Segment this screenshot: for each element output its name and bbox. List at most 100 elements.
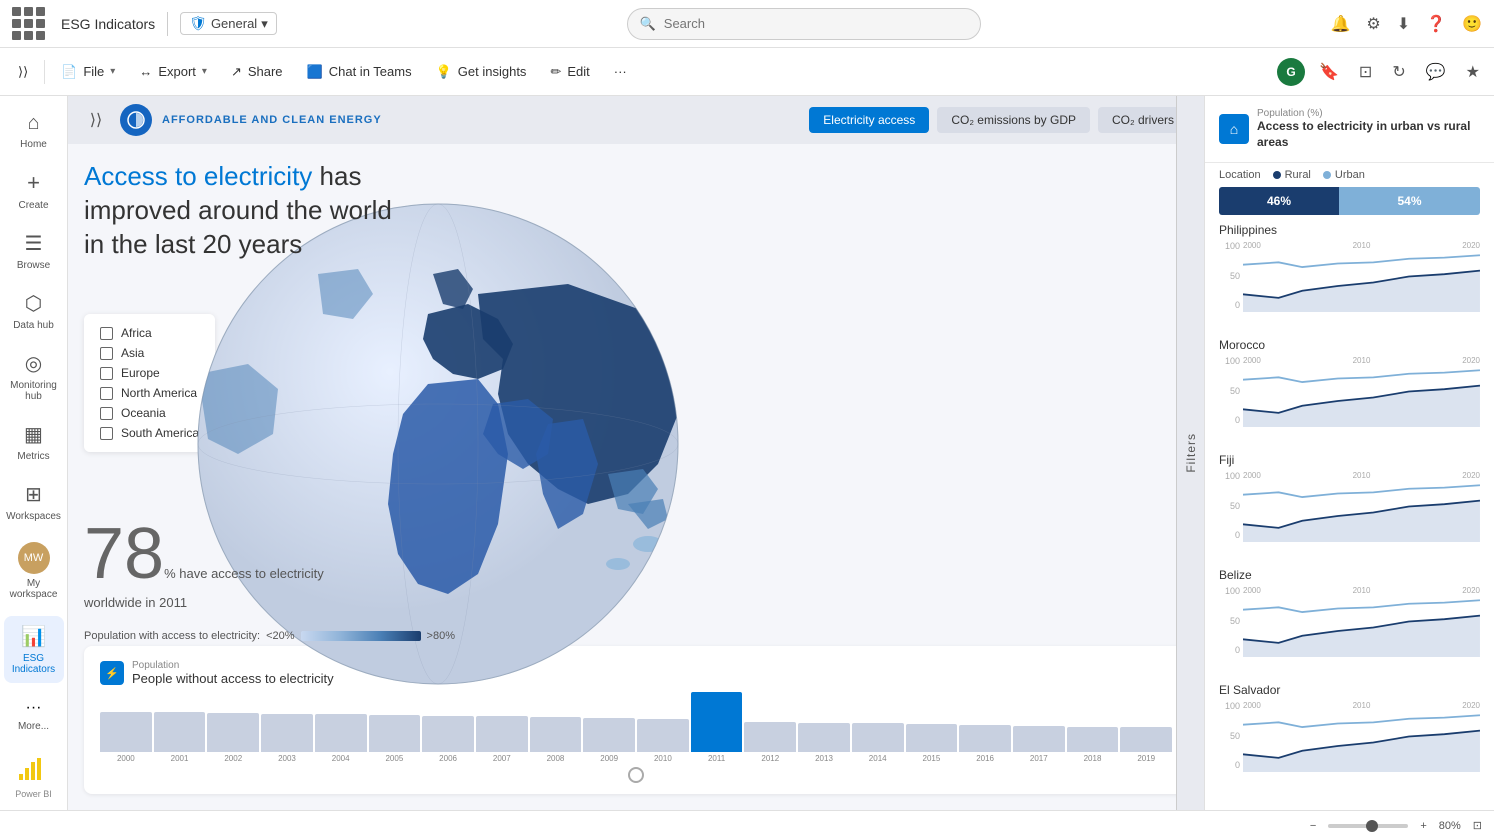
bar-item-2019[interactable] [1120,727,1172,752]
report-body: Access to electricity has improved aroun… [68,144,1204,810]
south-america-checkbox[interactable] [100,427,113,440]
search-box[interactable]: 🔍 [627,8,981,40]
urban-rural-bar: 46% 54% [1219,187,1480,215]
legend-asia[interactable]: Asia [100,346,199,360]
bar-item-2001[interactable] [154,712,206,752]
urban-percentage-bar: 54% [1339,187,1480,215]
filters-tab[interactable]: Filters [1176,96,1204,810]
bar-label-2005: 2005 [369,754,421,763]
legend-north-america[interactable]: North America [100,386,199,400]
plus-icon[interactable]: + [1420,820,1426,832]
bar-item-2006[interactable] [422,716,474,752]
settings-icon[interactable]: ⚙ [1366,14,1380,34]
report-category-title: AFFORDABLE AND CLEAN ENERGY [162,114,382,126]
sidebar-item-esg[interactable]: 📊 ESG Indicators [4,616,64,683]
tab-co2-drivers[interactable]: CO₂ drivers [1098,107,1188,133]
topbar-divider [167,12,168,36]
tab-co2-gdp[interactable]: CO₂ emissions by GDP [937,107,1090,133]
fit-screen-icon[interactable]: ⊡ [1473,819,1482,832]
bar-item-2000[interactable] [100,712,152,752]
sidebar-item-my-workspace[interactable]: MW My workspace [4,534,64,608]
europe-checkbox[interactable] [100,367,113,380]
sidebar-item-metrics[interactable]: ▦ Metrics [4,414,64,470]
sidebar-item-monitoring[interactable]: ◎ Monitoring hub [4,343,64,410]
view-toggle-button[interactable]: ⊡ [1353,56,1378,88]
smiley-icon[interactable]: 🙂 [1462,14,1482,34]
collapse-nav-button[interactable]: ⟩⟩ [8,58,38,86]
bar-item-2003[interactable] [261,714,313,752]
sidebar-item-more[interactable]: ··· More... [4,691,64,740]
location-label: Location [1219,169,1261,181]
country-chart-el-salvador: El Salvador100500200020102020 [1219,683,1480,786]
refresh-button[interactable]: ↻ [1386,56,1411,88]
bookmark-button[interactable]: 🔖 [1313,56,1345,88]
tab-electricity-access[interactable]: Electricity access [809,107,929,133]
urban-legend-label: Urban [1335,169,1365,181]
teams-icon: 🟦 [307,64,323,80]
bar-item-2016[interactable] [959,725,1011,752]
download-icon[interactable]: ⬇ [1397,14,1410,34]
sidebar-item-data-hub[interactable]: ⬡ Data hub [4,283,64,339]
bar-item-2009[interactable] [583,718,635,752]
bar-label-2018: 2018 [1067,754,1119,763]
legend-south-america[interactable]: South America [100,426,199,440]
bar-item-2004[interactable] [315,714,367,752]
bar-item-2008[interactable] [530,717,582,752]
export-button[interactable]: ↔ Export ▾ [129,58,217,85]
expand-nav-button[interactable]: ⟩⟩ [84,108,108,132]
bar-item-2017[interactable] [1013,726,1065,752]
user-avatar[interactable]: G [1277,58,1305,86]
north-america-checkbox[interactable] [100,387,113,400]
sidebar-item-workspaces[interactable]: ⊞ Workspaces [4,474,64,530]
rural-percentage-bar: 46% [1219,187,1339,215]
bookmark2-button[interactable]: ★ [1460,56,1486,88]
timeline-slider[interactable] [628,767,644,783]
africa-checkbox[interactable] [100,327,113,340]
share-button[interactable]: ↗ Share [221,58,293,86]
org-selector[interactable]: 🛡 General ▾ [180,12,277,35]
sidebar-item-browse[interactable]: ☰ Browse [4,223,64,279]
bar-item-2005[interactable] [369,715,421,752]
bar-item-2002[interactable] [207,713,259,752]
bar-item-2014[interactable] [852,723,904,752]
edit-button[interactable]: ✏ Edit [540,58,599,86]
bar-item-2010[interactable] [637,719,689,752]
legend-europe[interactable]: Europe [100,366,199,380]
zoom-slider[interactable] [1328,824,1408,828]
bar-item-2007[interactable] [476,716,528,752]
sidebar-item-home[interactable]: ⌂ Home [4,104,64,158]
get-insights-button[interactable]: 💡 Get insights [426,58,537,86]
file-button[interactable]: 📄 File ▾ [51,58,125,86]
sidebar-monitoring-label: Monitoring hub [8,380,60,402]
legend-africa[interactable]: Africa [100,326,199,340]
comment-button[interactable]: 💬 [1420,56,1452,88]
bar-item-2015[interactable] [906,724,958,752]
bell-icon[interactable]: 🔔 [1330,14,1350,34]
help-icon[interactable]: ❓ [1426,14,1446,34]
bar-item-2011[interactable] [691,692,743,752]
app-grid-icon[interactable] [12,7,45,40]
gradient-bar [301,631,421,641]
more-options-button[interactable]: ··· [604,58,637,85]
zoom-slider-thumb[interactable] [1366,820,1378,832]
sidebar-browse-label: Browse [17,260,50,271]
pop-legend-min: <20% [266,630,294,642]
chat-teams-button[interactable]: 🟦 Chat in Teams [297,58,422,86]
sidebar-item-create[interactable]: + Create [4,162,64,219]
bar-item-2013[interactable] [798,723,850,752]
bar-label-2008: 2008 [530,754,582,763]
bar-item-2018[interactable] [1067,727,1119,752]
power-bi-label: Power BI [15,789,52,799]
oceania-checkbox[interactable] [100,407,113,420]
topbar: ESG Indicators 🛡 General ▾ 🔍 🔔 ⚙ ⬇ ❓ 🙂 [0,0,1494,48]
legend-oceania[interactable]: Oceania [100,406,199,420]
search-input[interactable] [664,16,968,31]
file-icon: 📄 [61,64,77,80]
share-icon: ↗ [231,64,242,80]
esg-bar-icon: 📊 [21,624,46,649]
minus-icon[interactable]: − [1310,820,1316,832]
right-panel-subtitle: Population (%) [1257,108,1480,119]
asia-checkbox[interactable] [100,347,113,360]
bar-item-2012[interactable] [744,722,796,752]
country-chart-fiji: Fiji100500200020102020 [1219,453,1480,556]
